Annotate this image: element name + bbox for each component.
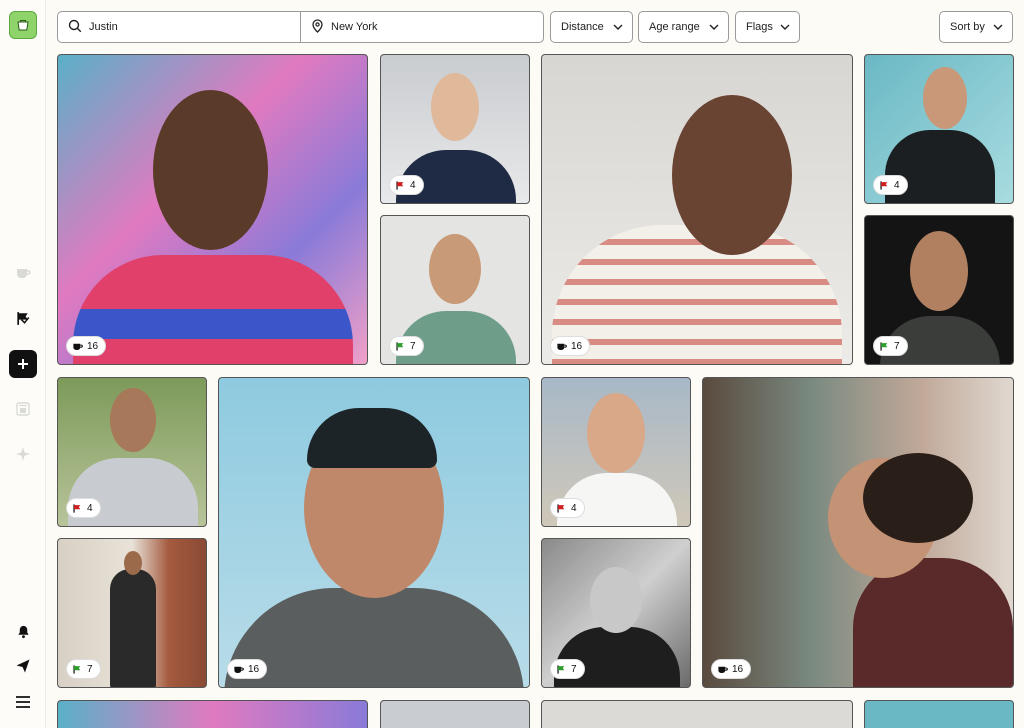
flag-count-badge: 4 [873, 175, 908, 195]
profile-card[interactable]: 4 [864, 54, 1014, 204]
flags-filter-button[interactable]: Flags [735, 11, 800, 43]
distance-filter-label: Distance [561, 21, 604, 33]
profile-photo [73, 255, 353, 364]
flag-count-badge: 4 [550, 498, 585, 518]
flag-count-badge: 7 [66, 659, 101, 679]
face-shape [910, 231, 968, 311]
profile-card[interactable]: 7 [57, 538, 207, 688]
coffee-count-badge: 16 [711, 659, 752, 679]
cup-icon[interactable] [12, 262, 34, 284]
cup-icon [717, 664, 728, 675]
profile-card[interactable]: 7 [541, 538, 691, 688]
badge-count: 7 [87, 663, 93, 675]
search-icon [68, 19, 82, 36]
profile-card[interactable] [541, 700, 853, 728]
distance-filter-button[interactable]: Distance [550, 11, 633, 43]
face-shape [153, 90, 268, 250]
profile-card[interactable]: 16 [541, 54, 853, 365]
badge-count: 16 [571, 340, 583, 352]
badge-count: 7 [571, 663, 577, 675]
profile-card[interactable] [864, 700, 1014, 728]
profile-photo [552, 225, 842, 364]
flag-count-badge: 4 [66, 498, 101, 518]
profile-card[interactable]: 4 [380, 54, 530, 204]
coffee-count-badge: 16 [66, 336, 107, 356]
sparkle-icon[interactable] [12, 444, 34, 466]
sort-by-label: Sort by [950, 21, 985, 33]
profile-photo [110, 569, 156, 687]
logo-icon[interactable] [9, 11, 37, 39]
hair-shape [863, 453, 973, 543]
flag-icon [72, 503, 83, 514]
flag-icon [879, 180, 890, 191]
face-shape [431, 73, 479, 141]
name-search-input[interactable] [89, 21, 269, 33]
profile-card[interactable]: 4 [57, 377, 207, 527]
profile-card[interactable]: 7 [864, 215, 1014, 365]
cup-icon [72, 341, 83, 352]
badge-count: 16 [248, 663, 260, 675]
cup-icon [233, 664, 244, 675]
add-button[interactable] [9, 350, 37, 378]
flag-count-badge: 7 [389, 336, 424, 356]
name-search-segment[interactable] [58, 12, 301, 42]
flag-count-badge: 7 [873, 336, 908, 356]
badge-count: 4 [87, 502, 93, 514]
flag-icon [72, 664, 83, 675]
send-icon[interactable] [12, 655, 34, 677]
face-shape [590, 567, 642, 633]
coffee-count-badge: 16 [227, 659, 268, 679]
flag-icon [556, 664, 567, 675]
location-search-segment[interactable] [301, 12, 543, 42]
flag-icon [556, 503, 567, 514]
chevron-down-icon [993, 21, 1003, 33]
face-shape [587, 393, 645, 473]
face-shape [429, 234, 481, 304]
chevron-down-icon [709, 21, 719, 33]
sort-by-button[interactable]: Sort by [939, 11, 1013, 43]
profile-card[interactable]: 4 [541, 377, 691, 527]
profile-card[interactable] [380, 700, 530, 728]
profile-card[interactable]: 7 [380, 215, 530, 365]
location-search-input[interactable] [331, 21, 511, 33]
cap-shape [307, 408, 437, 468]
flag-icon [395, 180, 406, 191]
cup-icon [556, 341, 567, 352]
bell-icon[interactable] [12, 620, 34, 642]
badge-count: 16 [87, 340, 99, 352]
profile-card[interactable]: 16 [702, 377, 1014, 688]
coffee-machine-icon[interactable] [12, 398, 34, 420]
flag-icon [879, 341, 890, 352]
location-pin-icon [311, 18, 324, 36]
profile-card[interactable] [57, 700, 368, 728]
age-range-filter-label: Age range [649, 21, 700, 33]
badge-count: 4 [410, 179, 416, 191]
chevron-down-icon [780, 21, 790, 33]
badge-count: 7 [894, 340, 900, 352]
profile-card[interactable]: 16 [218, 377, 530, 688]
face-shape [672, 95, 792, 255]
profile-card[interactable]: 16 [57, 54, 368, 365]
face-shape [110, 388, 156, 452]
menu-icon[interactable] [12, 691, 34, 713]
flag-icon[interactable] [12, 307, 34, 329]
badge-count: 16 [732, 663, 744, 675]
flags-filter-label: Flags [746, 21, 773, 33]
flag-icon [395, 341, 406, 352]
sidebar [0, 0, 46, 728]
face-shape [124, 551, 142, 575]
badge-count: 7 [410, 340, 416, 352]
badge-count: 4 [571, 502, 577, 514]
search-bar [57, 11, 544, 43]
flag-count-badge: 4 [389, 175, 424, 195]
profile-photo [224, 588, 524, 687]
chevron-down-icon [613, 21, 623, 33]
age-range-filter-button[interactable]: Age range [638, 11, 729, 43]
badge-count: 4 [894, 179, 900, 191]
coffee-count-badge: 16 [550, 336, 591, 356]
face-shape [923, 67, 967, 129]
flag-count-badge: 7 [550, 659, 585, 679]
